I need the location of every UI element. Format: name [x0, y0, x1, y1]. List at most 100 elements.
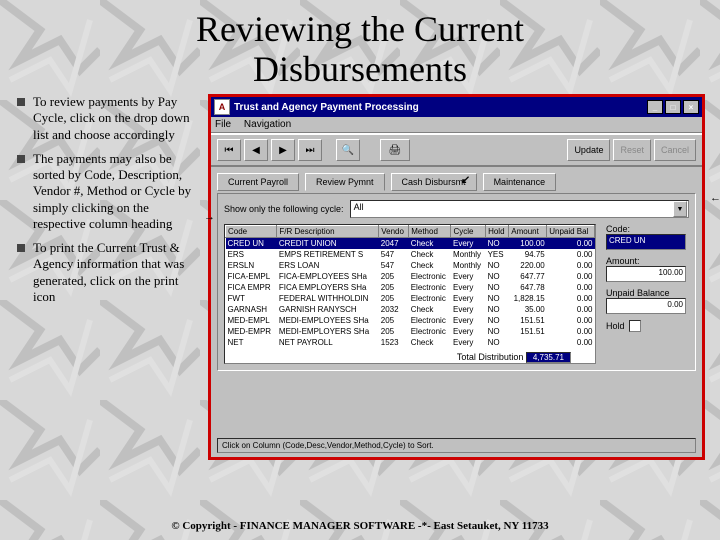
table-row[interactable]: FWTFEDERAL WITHHOLDIN205ElectronicEveryN… [226, 293, 595, 304]
cell-desc: EMPS RETIREMENT S [277, 249, 379, 260]
cell-code: CRED UN [226, 238, 277, 250]
detail-code-value: CRED UN [606, 234, 686, 250]
content: To review payments by Pay Cycle, click o… [0, 89, 720, 460]
update-button[interactable]: Update [567, 139, 610, 161]
table-row[interactable]: MED-EMPRMEDI-EMPLOYERS SHa205ElectronicE… [226, 326, 595, 337]
cell-method: Check [409, 337, 451, 348]
titlebar: A Trust and Agency Payment Processing _ … [211, 97, 702, 117]
cell-unpaid: 0.00 [547, 249, 595, 260]
cell-hold: YES [486, 249, 509, 260]
cell-desc: CREDIT UNION [277, 238, 379, 250]
menu-file[interactable]: File [215, 119, 231, 130]
tab-current-payroll[interactable]: Current Payroll [217, 173, 299, 191]
table-row[interactable]: ERSLNERS LOAN547CheckMonthlyNO220.000.00 [226, 260, 595, 271]
close-button[interactable]: × [683, 100, 699, 114]
nav-last-button[interactable]: ⏭ [298, 139, 322, 161]
table-row[interactable]: ERSEMPS RETIREMENT S547CheckMonthlyYES94… [226, 249, 595, 260]
cell-hold: NO [486, 282, 509, 293]
cell-hold: NO [486, 293, 509, 304]
grid-header-row: Code F/R Description Vendo Method Cycle … [226, 226, 595, 238]
bullet-2: The payments may also be sorted by Code,… [15, 151, 200, 232]
cell-desc: FEDERAL WITHHOLDIN [277, 293, 379, 304]
panel: Show only the following cycle: All Code … [217, 193, 696, 371]
status-bar: Click on Column (Code,Desc,Vendor,Method… [217, 438, 696, 453]
cell-unpaid: 0.00 [547, 337, 595, 348]
table-row[interactable]: GARNASHGARNISH RANYSCH2032CheckEveryNO35… [226, 304, 595, 315]
bullet-3: To print the Current Trust & Agency info… [15, 240, 200, 305]
reset-button[interactable]: Reset [613, 139, 651, 161]
cell-desc: MEDI-EMPLOYERS SHa [277, 326, 379, 337]
cell-cycle: Every [451, 282, 486, 293]
cell-desc: FICA EMPLOYERS SHa [277, 282, 379, 293]
maximize-button[interactable]: □ [665, 100, 681, 114]
col-vendor[interactable]: Vendo [379, 226, 409, 238]
cell-code: MED-EMPL [226, 315, 277, 326]
tab-maintenance[interactable]: Maintenance [483, 173, 557, 191]
title-line1: Reviewing the Current [196, 9, 524, 49]
col-desc[interactable]: F/R Description [277, 226, 379, 238]
cell-cycle: Every [451, 304, 486, 315]
cycle-label: Show only the following cycle: [224, 204, 344, 214]
table-row[interactable]: FICA EMPRFICA EMPLOYERS SHa205Electronic… [226, 282, 595, 293]
cell-desc: ERS LOAN [277, 260, 379, 271]
cell-code: GARNASH [226, 304, 277, 315]
cell-unpaid: 0.00 [547, 282, 595, 293]
cycle-value: All [354, 202, 364, 212]
table-row[interactable]: FICA-EMPLFICA-EMPLOYEES SHa205Electronic… [226, 271, 595, 282]
cell-code: FICA EMPR [226, 282, 277, 293]
cell-cycle: Every [451, 271, 486, 282]
cell-amount: 647.77 [509, 271, 547, 282]
hold-checkbox[interactable] [629, 320, 641, 332]
bullet-list: To review payments by Pay Cycle, click o… [15, 94, 200, 313]
arrow-icon: ↙ [461, 173, 470, 186]
cell-method: Electronic [409, 282, 451, 293]
cell-unpaid: 0.00 [547, 315, 595, 326]
cell-unpaid: 0.00 [547, 293, 595, 304]
tab-review-payment[interactable]: Review Pymnt [305, 173, 385, 191]
cell-vendor: 2032 [379, 304, 409, 315]
bullet-1: To review payments by Pay Cycle, click o… [15, 94, 200, 143]
nav-next-button[interactable]: ▶ [271, 139, 295, 161]
detail-amount-value: 100.00 [606, 266, 686, 282]
cell-code: ERS [226, 249, 277, 260]
find-button[interactable]: 🔍 [336, 139, 360, 161]
cell-code: FWT [226, 293, 277, 304]
table-row[interactable]: MED-EMPLMEDI-EMPLOYEES SHa205ElectronicE… [226, 315, 595, 326]
cell-method: Check [409, 304, 451, 315]
printer-icon: 🖨 [389, 145, 402, 156]
col-hold[interactable]: Hold [486, 226, 509, 238]
cell-cycle: Monthly [451, 249, 486, 260]
col-amount[interactable]: Amount [509, 226, 547, 238]
cancel-button[interactable]: Cancel [654, 139, 696, 161]
cycle-dropdown[interactable]: All [350, 200, 689, 218]
col-method[interactable]: Method [409, 226, 451, 238]
table-row[interactable]: CRED UNCREDIT UNION2047CheckEveryNO100.0… [226, 238, 595, 250]
col-cycle[interactable]: Cycle [451, 226, 486, 238]
cell-vendor: 547 [379, 249, 409, 260]
table-row[interactable]: NETNET PAYROLL1523CheckEveryNO0.00 [226, 337, 595, 348]
cell-amount: 94.75 [509, 249, 547, 260]
col-unpaid[interactable]: Unpaid Bal [547, 226, 595, 238]
print-button[interactable]: 🖨 [380, 139, 410, 161]
col-code[interactable]: Code [226, 226, 277, 238]
slide: Reviewing the Current Disbursements To r… [0, 0, 720, 540]
detail-code-label: Code: [606, 224, 686, 234]
cell-vendor: 205 [379, 293, 409, 304]
window-title: Trust and Agency Payment Processing [234, 102, 419, 113]
cell-vendor: 205 [379, 326, 409, 337]
app-window: A Trust and Agency Payment Processing _ … [208, 94, 705, 460]
cell-vendor: 205 [379, 282, 409, 293]
cell-method: Electronic [409, 326, 451, 337]
payment-grid[interactable]: Code F/R Description Vendo Method Cycle … [224, 224, 596, 364]
cell-hold: NO [486, 326, 509, 337]
menu-navigation[interactable]: Navigation [244, 119, 291, 130]
nav-prev-button[interactable]: ◀ [244, 139, 268, 161]
cell-hold: NO [486, 315, 509, 326]
cell-code: ERSLN [226, 260, 277, 271]
cell-amount: 647.78 [509, 282, 547, 293]
cell-code: MED-EMPR [226, 326, 277, 337]
nav-first-button[interactable]: ⏮ [217, 139, 241, 161]
detail-hold-label: Hold [606, 321, 625, 331]
cell-vendor: 205 [379, 271, 409, 282]
minimize-button[interactable]: _ [647, 100, 663, 114]
